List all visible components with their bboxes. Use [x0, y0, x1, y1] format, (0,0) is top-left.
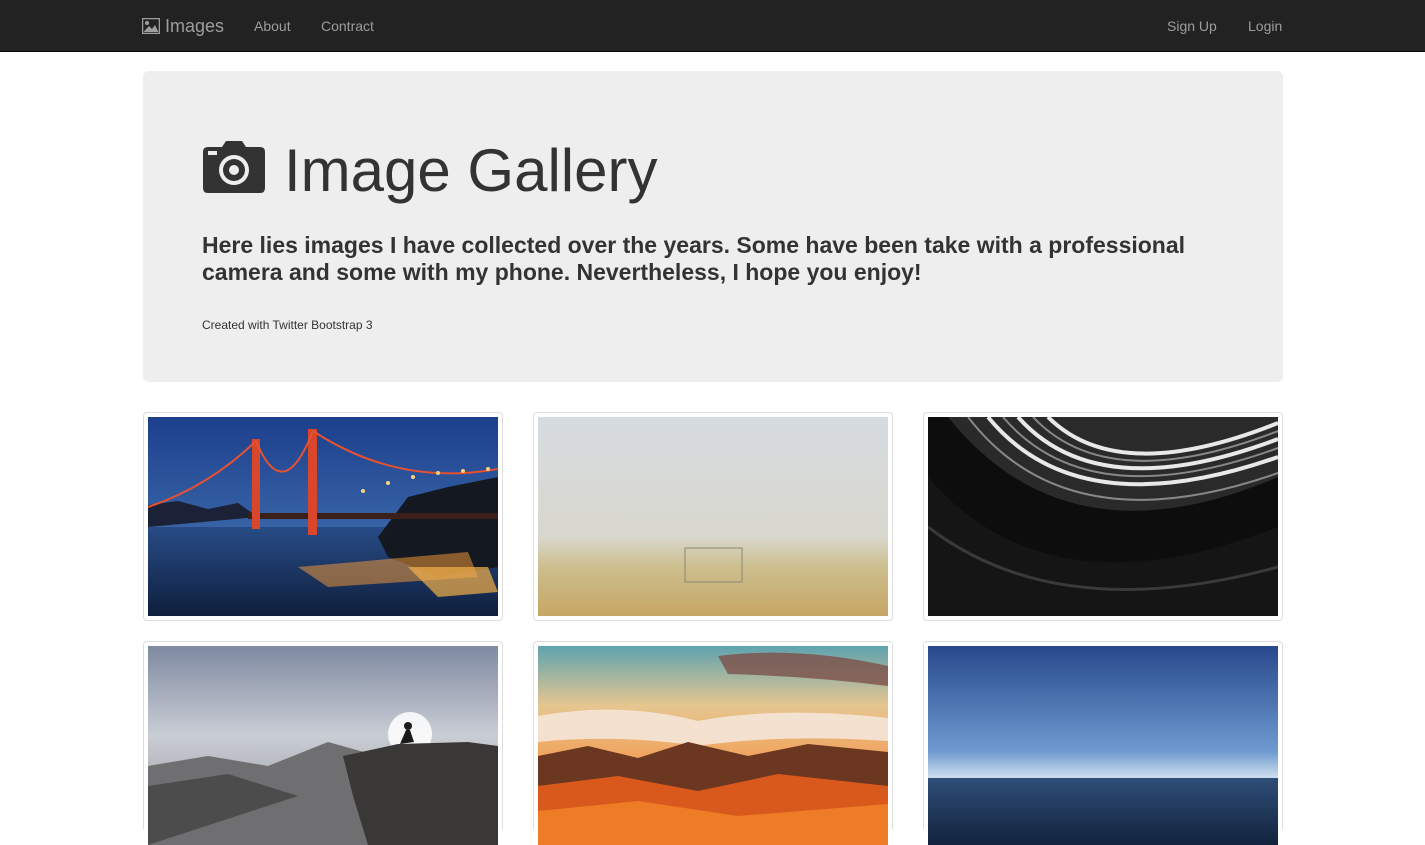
gallery-thumbnail[interactable]: [923, 412, 1283, 621]
page-title: Image Gallery: [202, 141, 657, 201]
sunset-mountains-photo: [538, 646, 888, 845]
jumbotron: Image Gallery Here lies images I have co…: [143, 71, 1283, 382]
gallery-thumbnail[interactable]: [533, 641, 893, 845]
lead-text: Here lies images I have collected over t…: [202, 232, 1186, 285]
gallery-thumbnail[interactable]: [143, 412, 503, 621]
foggy-field-photo: [538, 417, 888, 616]
golden-gate-photo: [148, 417, 498, 616]
navbar: Images About Contract Sign Up Login: [0, 0, 1425, 52]
nav-login-link[interactable]: Login: [1248, 0, 1282, 52]
abstract-architecture-photo: [928, 417, 1278, 616]
nav-signup-link[interactable]: Sign Up: [1167, 0, 1217, 52]
gallery-thumbnail[interactable]: [533, 412, 893, 621]
nav-about-link[interactable]: About: [254, 0, 291, 52]
gallery-thumbnail[interactable]: [143, 641, 503, 845]
picture-icon: [142, 18, 160, 34]
cliff-person-photo: [148, 646, 498, 845]
credit-text: Created with Twitter Bootstrap 3: [202, 318, 373, 332]
brand-link[interactable]: Images: [142, 0, 224, 52]
brand-label: Images: [165, 15, 225, 36]
nav-contract-link[interactable]: Contract: [321, 0, 374, 52]
gallery-thumbnail[interactable]: [923, 641, 1283, 845]
camera-icon: [202, 139, 266, 195]
page-title-text: Image Gallery: [284, 137, 658, 204]
ocean-horizon-photo: [928, 646, 1278, 845]
